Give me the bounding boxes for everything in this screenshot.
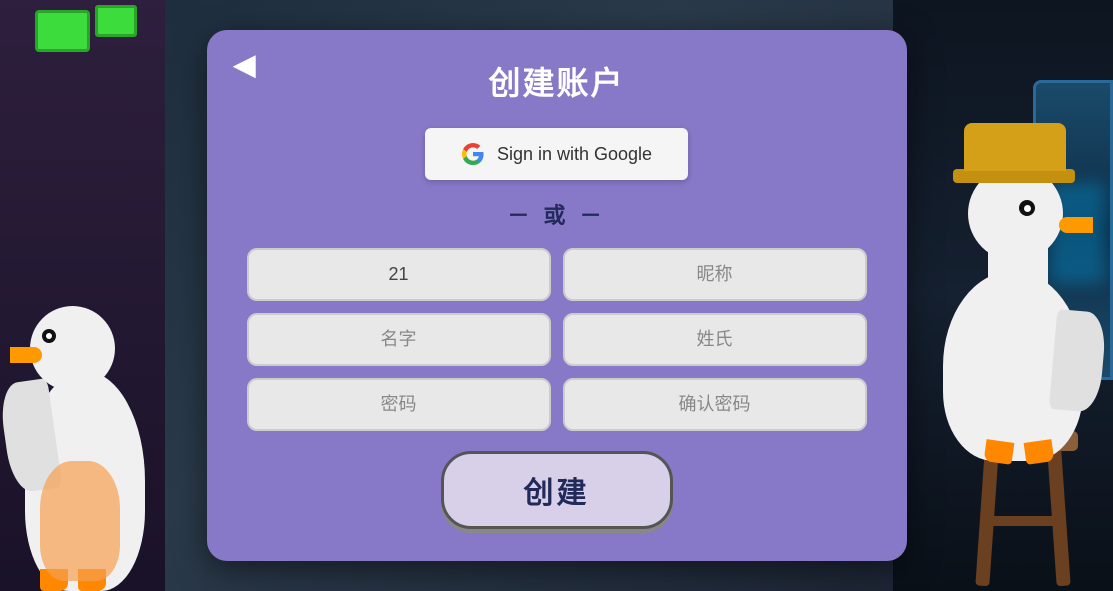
dialog-title: 创建账户 bbox=[247, 58, 867, 104]
back-icon: ◀ bbox=[234, 48, 256, 81]
form-grid bbox=[247, 248, 867, 431]
google-btn-container: Sign in with Google bbox=[247, 128, 867, 180]
confirm-password-input[interactable] bbox=[563, 378, 867, 431]
username-input[interactable] bbox=[247, 248, 551, 301]
dialog-overlay: ◀ 创建账户 Sign in with Google － 或 － bbox=[0, 0, 1113, 591]
firstname-input[interactable] bbox=[247, 313, 551, 366]
google-signin-button[interactable]: Sign in with Google bbox=[425, 128, 688, 180]
back-button[interactable]: ◀ bbox=[223, 42, 267, 86]
create-button[interactable]: 创建 bbox=[441, 451, 673, 529]
create-btn-wrapper: 创建 bbox=[247, 451, 867, 529]
google-icon bbox=[461, 142, 485, 166]
password-input[interactable] bbox=[247, 378, 551, 431]
dialog: ◀ 创建账户 Sign in with Google － 或 － bbox=[207, 30, 907, 561]
lastname-input[interactable] bbox=[563, 313, 867, 366]
or-divider: － 或 － bbox=[247, 198, 867, 230]
google-btn-label: Sign in with Google bbox=[497, 144, 652, 165]
nickname-input[interactable] bbox=[563, 248, 867, 301]
